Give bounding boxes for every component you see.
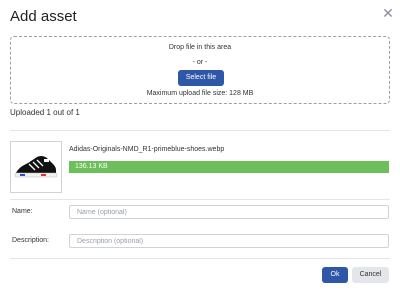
dropzone-or-text: - or - [192, 59, 208, 66]
upload-status: Uploaded 1 out of 1 [10, 108, 80, 117]
description-input[interactable] [69, 234, 389, 248]
dialog-title: Add asset [10, 8, 77, 25]
select-file-button[interactable]: Select file [178, 70, 224, 86]
upload-progress-fill [69, 161, 389, 173]
file-size: 136.13 KB [75, 163, 108, 170]
ok-button[interactable]: Ok [322, 267, 348, 283]
shoe-thumbnail [14, 155, 58, 178]
upload-progress-bar: 136.13 KB [69, 161, 389, 173]
max-file-size-text: Maximum upload file size: 128 MB [146, 90, 254, 97]
dropzone-drop-text: Drop file in this area [168, 44, 232, 51]
divider [10, 199, 390, 200]
file-name: Adidas-Originals-NMD_R1-primeblue-shoes.… [69, 146, 225, 153]
divider [10, 258, 390, 259]
description-label: Description: [12, 237, 49, 244]
asset-thumbnail [10, 141, 62, 193]
cancel-button[interactable]: Cancel [352, 267, 389, 283]
divider [10, 130, 390, 131]
file-dropzone[interactable]: Drop file in this area - or - Select fil… [10, 36, 390, 104]
close-icon[interactable]: ✕ [382, 6, 394, 20]
name-input[interactable] [69, 205, 389, 219]
name-label: Name: [12, 208, 33, 215]
